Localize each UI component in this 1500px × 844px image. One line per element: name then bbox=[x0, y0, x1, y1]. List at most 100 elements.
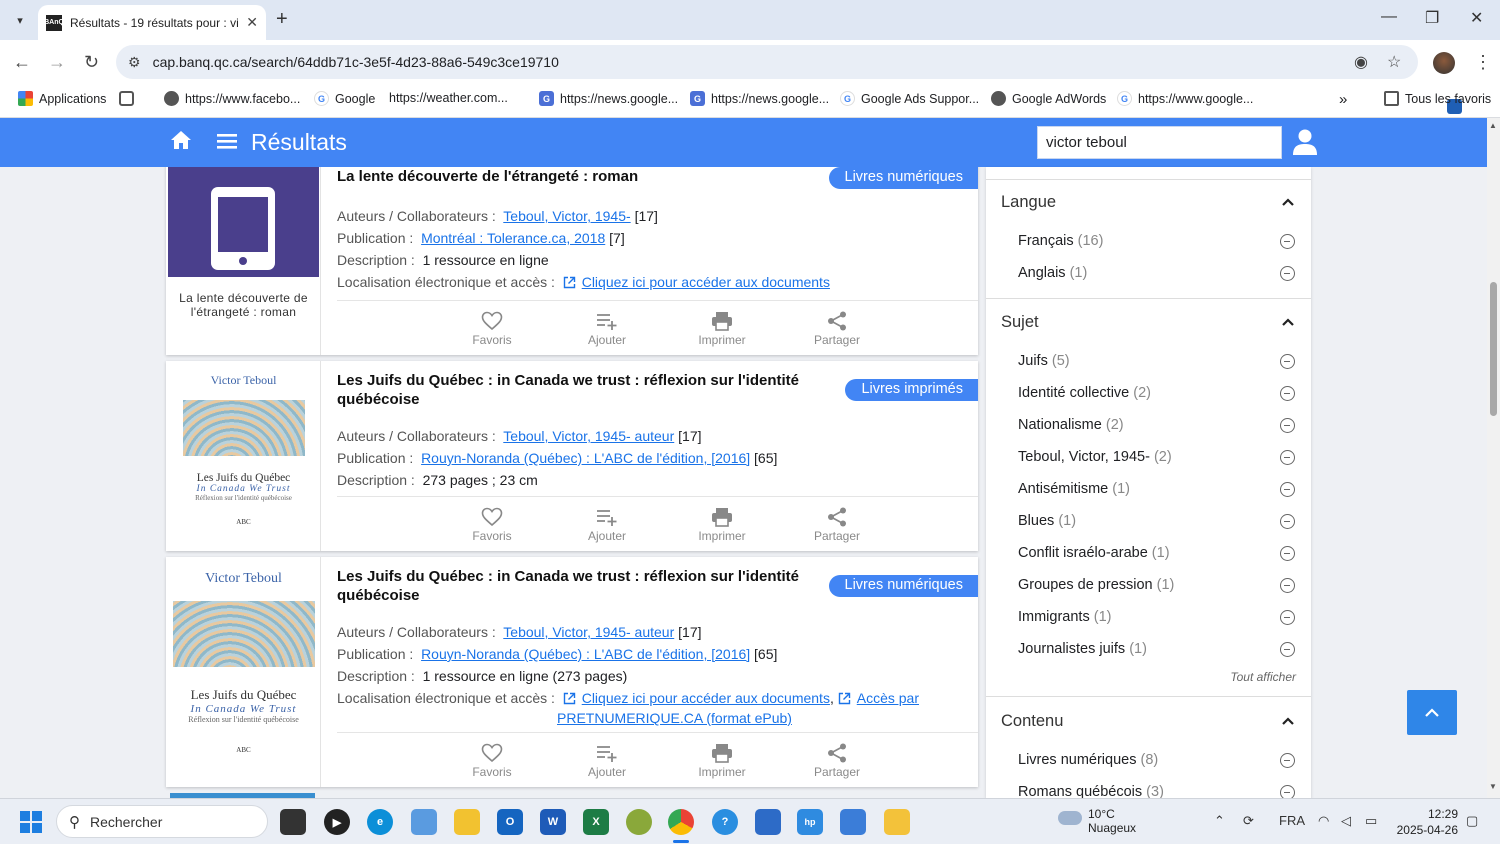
sync-icon[interactable]: ⟳ bbox=[1243, 813, 1254, 829]
bookmark-grid[interactable] bbox=[119, 91, 140, 106]
minimize-icon[interactable]: — bbox=[1381, 8, 1397, 26]
facet-item[interactable]: Conflit israélo-arabe (1) bbox=[1018, 545, 1170, 561]
publication-link[interactable]: Montréal : Tolerance.ca, 2018 bbox=[421, 230, 605, 246]
notifications-icon[interactable]: ▢ bbox=[1466, 813, 1478, 829]
facet-item[interactable]: Juifs (5) bbox=[1018, 353, 1070, 369]
close-window-icon[interactable]: ✕ bbox=[1470, 8, 1483, 28]
exclude-icon[interactable] bbox=[1280, 514, 1295, 529]
outlook-icon[interactable]: O bbox=[497, 809, 523, 835]
facet-sujet-header[interactable]: Sujet bbox=[1001, 313, 1039, 332]
facet-item[interactable]: Identité collective (2) bbox=[1018, 385, 1151, 401]
share-button[interactable]: Partager bbox=[797, 311, 877, 347]
battery-icon[interactable]: ▭ bbox=[1365, 813, 1377, 829]
edge-icon[interactable]: e bbox=[367, 809, 393, 835]
result-title[interactable]: Les Juifs du Québec : in Canada we trust… bbox=[337, 371, 807, 409]
wifi-icon[interactable]: ◠ bbox=[1318, 813, 1329, 829]
taskbar-search[interactable]: ⚲ Rechercher bbox=[56, 805, 268, 838]
result-thumbnail[interactable]: Victor Teboul Les Juifs du Québec In Can… bbox=[166, 557, 321, 787]
close-tab-icon[interactable]: ✕ bbox=[246, 14, 258, 31]
bookmark-star-icon[interactable]: ☆ bbox=[1387, 52, 1401, 72]
chevron-up-icon[interactable] bbox=[1281, 197, 1295, 207]
scroll-down-arrow-icon[interactable]: ▼ bbox=[1489, 782, 1497, 791]
bookmark-news-2[interactable]: Ghttps://news.google... bbox=[690, 91, 829, 106]
bookmark-applications[interactable]: Applications bbox=[18, 91, 106, 106]
exclude-icon[interactable] bbox=[1280, 785, 1295, 798]
volume-icon[interactable]: ◁ bbox=[1341, 813, 1351, 829]
exclude-icon[interactable] bbox=[1280, 482, 1295, 497]
bookmark-weather[interactable]: https://weather.com... bbox=[389, 91, 1462, 114]
result-thumbnail[interactable]: La lente découverte de l'étrangeté : rom… bbox=[166, 167, 321, 355]
exclude-icon[interactable] bbox=[1280, 642, 1295, 657]
bookmark-google-www[interactable]: Ghttps://www.google... bbox=[1117, 91, 1253, 106]
facet-item[interactable]: Teboul, Victor, 1945- (2) bbox=[1018, 449, 1172, 465]
chrome-icon[interactable] bbox=[668, 809, 694, 835]
media-player-icon[interactable]: ▶ bbox=[324, 809, 350, 835]
page-scrollbar[interactable]: ▲ ▼ bbox=[1487, 118, 1500, 798]
favorite-button[interactable]: Favoris bbox=[452, 743, 532, 779]
reload-icon[interactable]: ↻ bbox=[84, 52, 99, 73]
result-thumbnail[interactable]: Victor Teboul Les Juifs du Québec In Can… bbox=[166, 361, 321, 551]
bookmark-google-adwords[interactable]: Google AdWords bbox=[991, 91, 1106, 106]
scroll-up-arrow-icon[interactable]: ▲ bbox=[1489, 121, 1497, 130]
author-link[interactable]: Teboul, Victor, 1945- auteur bbox=[503, 428, 674, 444]
exclude-icon[interactable] bbox=[1280, 386, 1295, 401]
help-icon[interactable]: ? bbox=[712, 809, 738, 835]
pretnumerique-link[interactable]: Accès par bbox=[857, 690, 919, 706]
site-info-icon[interactable]: ⚙ bbox=[128, 54, 141, 71]
more-bookmarks-icon[interactable]: » bbox=[1339, 91, 1347, 108]
facet-contenu-header[interactable]: Contenu bbox=[1001, 712, 1063, 731]
calculator-icon[interactable] bbox=[840, 809, 866, 835]
exclude-icon[interactable] bbox=[1280, 546, 1295, 561]
all-bookmarks[interactable]: Tous les favoris bbox=[1384, 91, 1491, 106]
print-button[interactable]: Imprimer bbox=[682, 743, 762, 779]
facet-item[interactable]: Blues (1) bbox=[1018, 513, 1076, 529]
restore-icon[interactable]: ❐ bbox=[1425, 8, 1439, 28]
add-button[interactable]: Ajouter bbox=[567, 743, 647, 779]
menu-icon[interactable] bbox=[217, 130, 237, 152]
exclude-icon[interactable] bbox=[1280, 610, 1295, 625]
exclude-icon[interactable] bbox=[1280, 418, 1295, 433]
app-globe-icon[interactable] bbox=[626, 809, 652, 835]
back-icon[interactable]: ← bbox=[13, 52, 31, 73]
print-button[interactable]: Imprimer bbox=[682, 507, 762, 543]
exclude-icon[interactable] bbox=[1280, 578, 1295, 593]
facet-langue-header[interactable]: Langue bbox=[1001, 193, 1056, 212]
facet-item[interactable]: Antisémitisme (1) bbox=[1018, 481, 1130, 497]
facet-item[interactable]: Livres numériques (8) bbox=[1018, 752, 1158, 768]
facet-item[interactable]: Anglais (1) bbox=[1018, 265, 1087, 281]
bookmark-news-1[interactable]: Ghttps://news.google... bbox=[539, 91, 678, 106]
store-icon[interactable] bbox=[755, 809, 781, 835]
clock[interactable]: 12:29 2025-04-26 bbox=[1397, 806, 1458, 838]
app-misc-icon[interactable] bbox=[884, 809, 910, 835]
bookmark-facebook[interactable]: https://www.facebo... bbox=[164, 91, 300, 106]
add-button[interactable]: Ajouter bbox=[567, 311, 647, 347]
facet-item[interactable]: Groupes de pression (1) bbox=[1018, 577, 1174, 593]
excel-icon[interactable]: X bbox=[583, 809, 609, 835]
access-link[interactable]: Cliquez ici pour accéder aux documents bbox=[582, 690, 830, 706]
tray-chevron-icon[interactable]: ⌃ bbox=[1214, 813, 1225, 829]
tab-search-icon[interactable]: ▾ bbox=[8, 8, 32, 32]
photos-icon[interactable] bbox=[411, 809, 437, 835]
exclude-icon[interactable] bbox=[1280, 450, 1295, 465]
chevron-up-icon[interactable] bbox=[1281, 317, 1295, 327]
language-indicator[interactable]: FRA bbox=[1279, 813, 1305, 828]
exclude-icon[interactable] bbox=[1280, 266, 1295, 281]
search-input[interactable] bbox=[1037, 126, 1282, 159]
facet-item[interactable]: Immigrants (1) bbox=[1018, 609, 1111, 625]
result-title[interactable]: Les Juifs du Québec : in Canada we trust… bbox=[337, 567, 807, 605]
publication-link[interactable]: Rouyn-Noranda (Québec) : L'ABC de l'édit… bbox=[421, 450, 750, 466]
file-explorer-icon[interactable] bbox=[454, 809, 480, 835]
weather-widget[interactable]: 10°C Nuageux bbox=[1058, 807, 1136, 835]
task-view-icon[interactable] bbox=[280, 809, 306, 835]
new-tab-icon[interactable]: + bbox=[276, 8, 288, 31]
print-button[interactable]: Imprimer bbox=[682, 311, 762, 347]
windows-start-icon[interactable] bbox=[20, 811, 42, 833]
user-icon[interactable] bbox=[1292, 128, 1318, 156]
bookmark-google[interactable]: G Google bbox=[314, 91, 375, 106]
add-button[interactable]: Ajouter bbox=[567, 507, 647, 543]
facet-item[interactable]: Romans québécois (3) bbox=[1018, 784, 1164, 798]
author-link[interactable]: Teboul, Victor, 1945- auteur bbox=[503, 624, 674, 640]
browser-tab[interactable]: BAnQ Résultats - 19 résultats pour : vi … bbox=[38, 5, 266, 40]
exclude-icon[interactable] bbox=[1280, 753, 1295, 768]
exclude-icon[interactable] bbox=[1280, 354, 1295, 369]
